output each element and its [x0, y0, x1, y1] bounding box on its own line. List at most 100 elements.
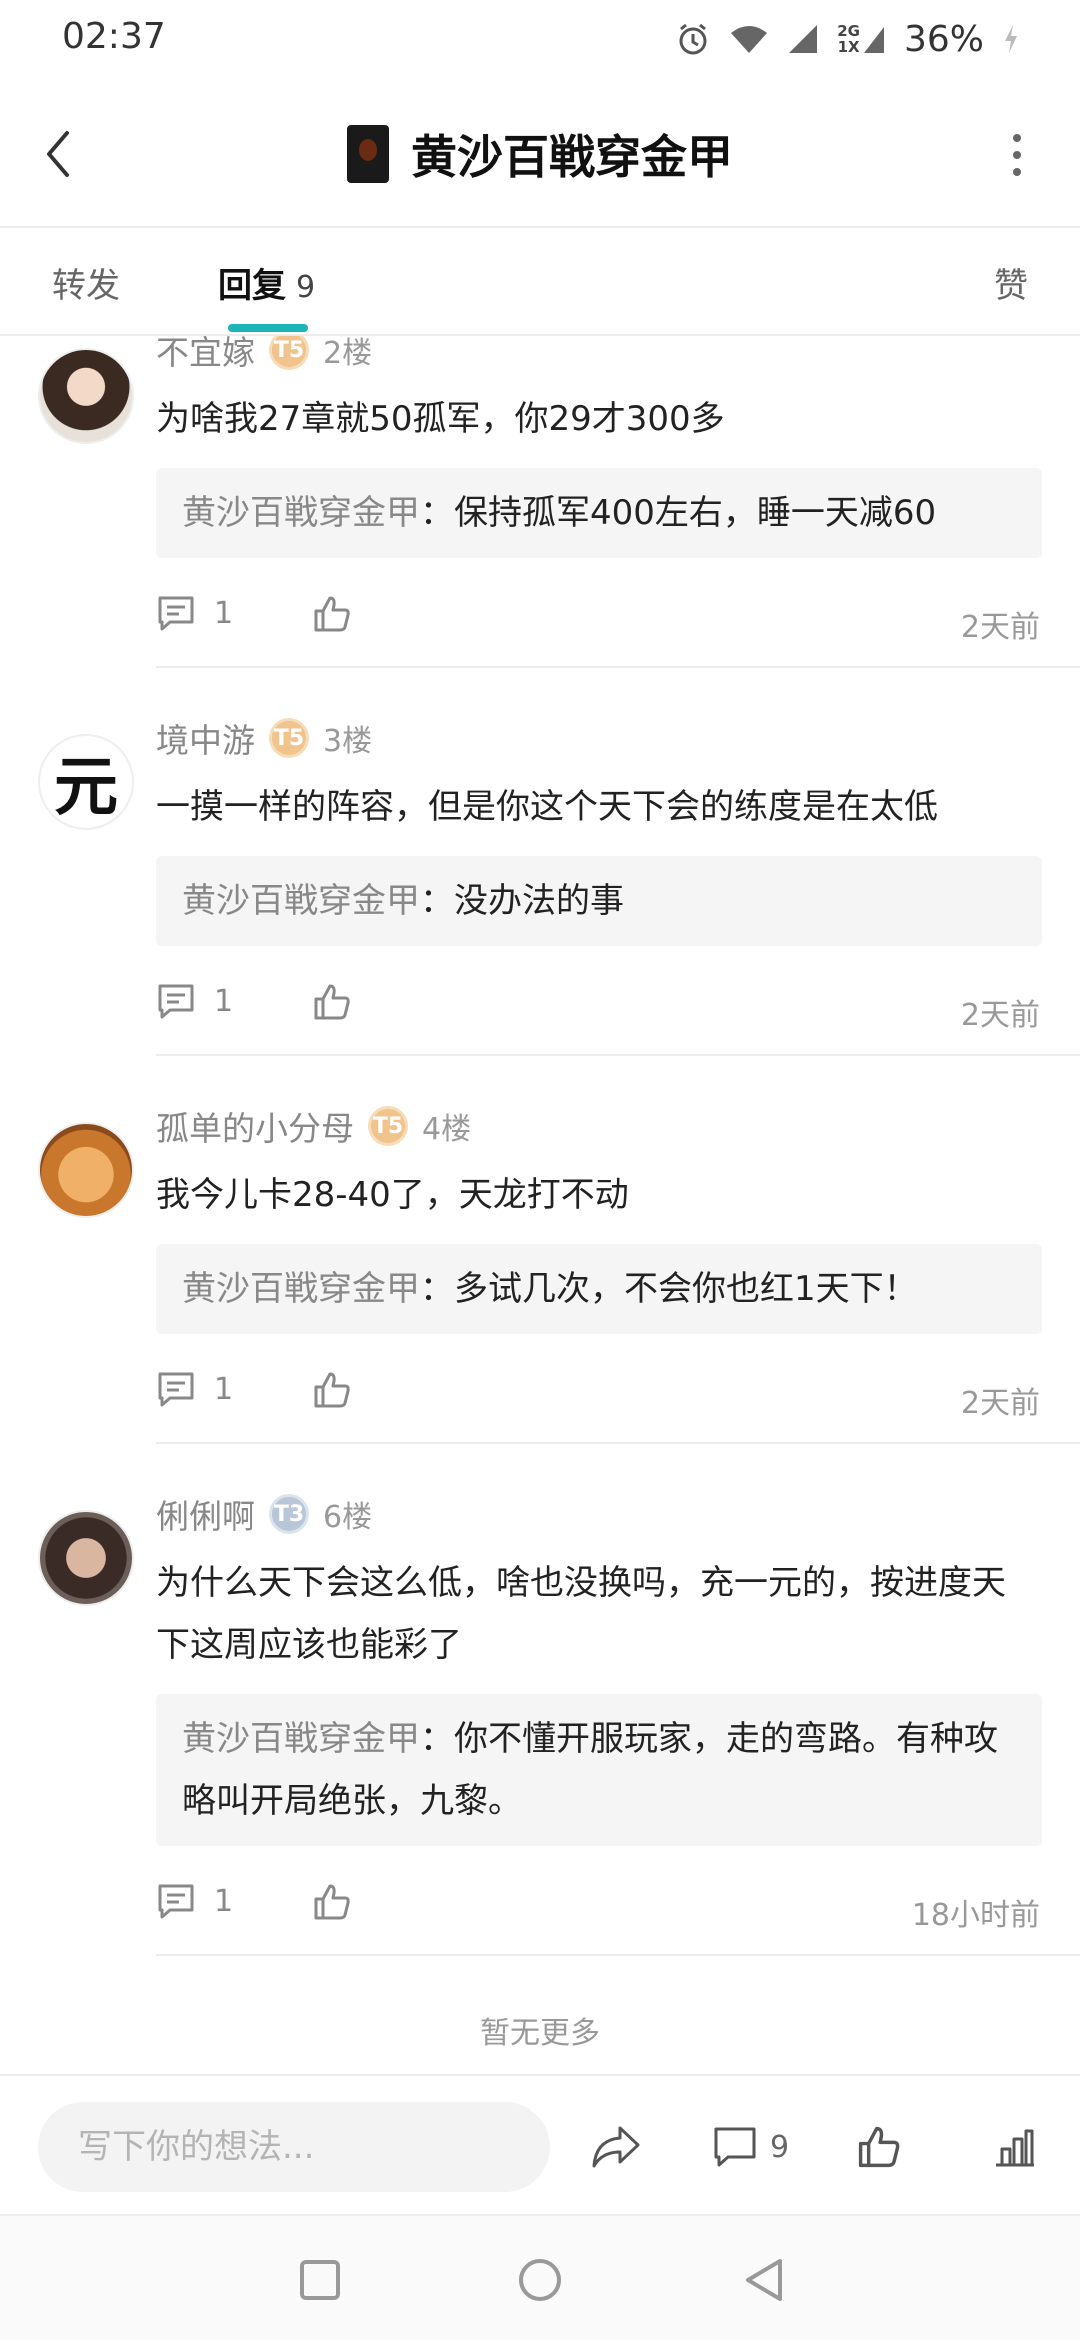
comment-time: 2天前 [960, 610, 1040, 645]
system-nav-bar [0, 2214, 1080, 2340]
tab-indicator [228, 324, 308, 332]
reply-button[interactable]: 1 [156, 1882, 233, 1920]
like-button[interactable] [312, 1882, 352, 1926]
thumbs-up-icon [314, 1884, 350, 1920]
network-type: 2G 1X [837, 23, 886, 55]
reply-box[interactable]: 黄沙百戦穿金甲：你不懂开服玩家，走的弯路。有种攻略叫开局绝张，九黎。 [156, 1694, 1042, 1846]
reply-text: 没办法的事 [454, 881, 624, 921]
nav-back-button[interactable] [734, 2250, 794, 2310]
like-button[interactable] [312, 1370, 352, 1414]
comment-username[interactable]: 不宜嫁 [156, 336, 255, 374]
thumbs-up-icon [314, 596, 350, 632]
comment-username[interactable]: 境中游 [156, 714, 255, 762]
like-button[interactable] [312, 982, 352, 1026]
reply-box[interactable]: 黄沙百戦穿金甲：多试几次，不会你也红1天下！ [156, 1244, 1042, 1334]
avatar[interactable] [38, 348, 134, 444]
reply-text: 多试几次，不会你也红1天下！ [454, 1269, 918, 1309]
level-badge-icon: T5 [368, 1106, 408, 1146]
comment-icon [158, 1372, 194, 1407]
more-dot-icon [1013, 168, 1021, 176]
comment-header: 孤单的小分母 T5 4楼 [156, 1106, 472, 1148]
comment-floor: 3楼 [323, 724, 373, 759]
battery-text: 36% [903, 18, 984, 60]
comment-header: 境中游 T5 3楼 [156, 718, 373, 760]
more-dot-icon [1013, 134, 1021, 142]
status-icons: 2G 1X 36% [675, 14, 1020, 64]
comment-username[interactable]: 孤单的小分母 [156, 1102, 354, 1150]
share-button[interactable] [590, 2112, 642, 2182]
reply-button[interactable]: 1 [156, 1370, 233, 1408]
divider [156, 1954, 1080, 1956]
divider [156, 1442, 1080, 1444]
reply-count: 1 [214, 1883, 234, 1919]
status-bar: 02:37 2G 1X 36% [0, 0, 1080, 80]
bottom-action-bar: 9 [0, 2074, 1080, 2214]
level-badge-icon: T5 [269, 718, 309, 758]
like-post-button[interactable] [856, 2112, 902, 2182]
tab-forward[interactable]: 转发 [52, 258, 120, 307]
comment-floor: 2楼 [323, 336, 373, 371]
comment-time: 2天前 [960, 998, 1040, 1033]
comment-input[interactable] [38, 2102, 550, 2192]
like-button[interactable] [312, 594, 352, 638]
tab-reply-count: 9 [296, 270, 316, 305]
reply-author[interactable]: 黄沙百戦穿金甲 [182, 1719, 420, 1759]
comment-actions: 1 2天前 [156, 1370, 1042, 1426]
tab-reply[interactable]: 回复 9 [218, 258, 315, 307]
square-icon [300, 2260, 340, 2300]
avatar[interactable] [38, 1122, 134, 1218]
comment-icon [158, 596, 194, 631]
network-label-bottom: 1X [837, 38, 860, 56]
reply-box[interactable]: 黄沙百戦穿金甲：保持孤军400左右，睡一天减60 [156, 468, 1042, 558]
tab-reply-label: 回复 [218, 266, 286, 306]
share-icon [592, 2126, 640, 2168]
comment-icon [714, 2127, 756, 2167]
home-button[interactable] [510, 2250, 570, 2310]
comment-text[interactable]: 一摸一样的阵容，但是你这个天下会的练度是在太低 [156, 776, 1036, 838]
recent-apps-button[interactable] [290, 2250, 350, 2310]
reply-separator: ： [420, 493, 454, 533]
comment-actions: 1 2天前 [156, 982, 1042, 1038]
reply-box[interactable]: 黄沙百戦穿金甲：没办法的事 [156, 856, 1042, 946]
comment-text[interactable]: 我今儿卡28-40了，天龙打不动 [156, 1164, 1036, 1226]
comment-header: 不宜嫁 T5 2楼 [156, 336, 373, 372]
thumbs-up-icon [858, 2126, 900, 2168]
reply-separator: ： [420, 1269, 454, 1309]
comment-header: 俐俐啊 T3 6楼 [156, 1494, 372, 1536]
circle-icon [519, 2259, 561, 2301]
comment-icon [158, 984, 194, 1019]
reply-separator: ： [420, 881, 454, 921]
reply-count: 1 [214, 1371, 234, 1407]
comments-button[interactable]: 9 [712, 2112, 789, 2182]
comments-list[interactable]: 不宜嫁 T5 2楼 为啥我27章就50孤军，你29才300多 黄沙百戦穿金甲：保… [0, 336, 1080, 2074]
reply-count: 1 [214, 983, 234, 1019]
reply-text: 保持孤军400左右，睡一天减60 [454, 493, 937, 533]
reply-button[interactable]: 1 [156, 594, 233, 632]
reply-count: 1 [214, 595, 234, 631]
comment-username[interactable]: 俐俐啊 [156, 1490, 255, 1538]
divider [156, 666, 1080, 668]
more-options-button[interactable] [982, 120, 1052, 190]
comment-text[interactable]: 为什么天下会这么低，啥也没换吗，充一元的，按进度天下这周应该也能彩了 [156, 1552, 1036, 1676]
alarm-icon [675, 21, 711, 57]
comment-time: 2天前 [960, 1386, 1040, 1421]
triangle-back-icon [746, 2259, 782, 2301]
comment-floor: 4楼 [422, 1112, 472, 1147]
level-badge-icon: T5 [269, 336, 309, 370]
thumbs-up-icon [314, 984, 350, 1020]
avatar[interactable]: 元 [38, 734, 134, 830]
reply-author[interactable]: 黄沙百戦穿金甲 [182, 493, 420, 533]
comment-time: 18小时前 [911, 1898, 1040, 1933]
comment-text[interactable]: 为啥我27章就50孤军，你29才300多 [156, 388, 1036, 450]
stats-button[interactable] [992, 2112, 1038, 2182]
author-avatar[interactable] [347, 125, 389, 183]
no-more-label: 暂无更多 [480, 2016, 600, 2051]
status-time: 02:37 [62, 16, 166, 57]
more-dot-icon [1013, 151, 1021, 159]
avatar[interactable] [38, 1510, 134, 1606]
reply-button[interactable]: 1 [156, 982, 233, 1020]
tab-like[interactable]: 赞 [994, 258, 1028, 307]
reply-author[interactable]: 黄沙百戦穿金甲 [182, 1269, 420, 1309]
comment-actions: 1 2天前 [156, 594, 1042, 650]
reply-author[interactable]: 黄沙百戦穿金甲 [182, 881, 420, 921]
